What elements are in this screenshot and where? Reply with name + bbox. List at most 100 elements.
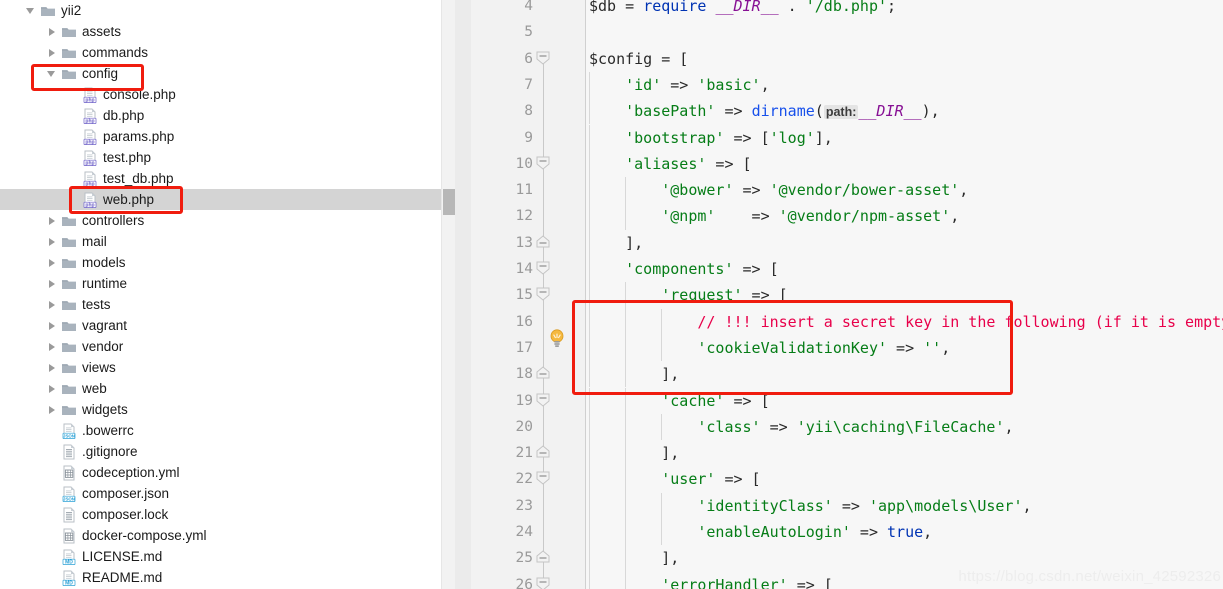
- tree-row[interactable]: models: [0, 252, 455, 273]
- code-line[interactable]: 14 'components' => [: [471, 256, 1223, 282]
- fold-end-icon[interactable]: [533, 234, 553, 254]
- chevron-right-icon[interactable]: [45, 403, 58, 416]
- chevron-right-icon[interactable]: [45, 46, 58, 59]
- code-text[interactable]: 'identityClass' => 'app\models\User',: [589, 493, 1031, 519]
- tree-row[interactable]: tests: [0, 294, 455, 315]
- tree-row[interactable]: assets: [0, 21, 455, 42]
- code-line[interactable]: 4 $db = require __DIR__ . '/db.php';: [471, 0, 1223, 19]
- code-text[interactable]: '@bower' => '@vendor/bower-asset',: [589, 177, 968, 203]
- fold-collapse-icon[interactable]: [533, 576, 553, 589]
- fold-collapse-icon[interactable]: [533, 260, 553, 280]
- tree-row[interactable]: JSON .bowerrc: [0, 420, 455, 441]
- code-line[interactable]: 18 ],: [471, 361, 1223, 387]
- chevron-right-icon[interactable]: [45, 340, 58, 353]
- code-text[interactable]: 'bootstrap' => ['log'],: [589, 125, 833, 151]
- fold-collapse-icon[interactable]: [533, 286, 553, 306]
- chevron-right-icon[interactable]: [45, 235, 58, 248]
- tree-row[interactable]: docker-compose.yml: [0, 525, 455, 546]
- tree-row[interactable]: views: [0, 357, 455, 378]
- code-line[interactable]: 12 '@npm' => '@vendor/npm-asset',: [471, 203, 1223, 229]
- tree-row[interactable]: composer.lock: [0, 504, 455, 525]
- tree-row[interactable]: mail: [0, 231, 455, 252]
- tree-row[interactable]: runtime: [0, 273, 455, 294]
- chevron-right-icon[interactable]: [45, 256, 58, 269]
- fold-collapse-icon[interactable]: [533, 392, 553, 412]
- code-text[interactable]: 'basePath' => dirname(path: __DIR__),: [589, 98, 940, 125]
- chevron-right-icon[interactable]: [45, 361, 58, 374]
- code-line[interactable]: 20 'class' => 'yii\caching\FileCache',: [471, 414, 1223, 440]
- project-tree-panel[interactable]: yii2 assets commands config php console.php ph…: [0, 0, 455, 589]
- tree-row[interactable]: controllers: [0, 210, 455, 231]
- code-text[interactable]: ],: [589, 545, 679, 571]
- code-line[interactable]: 6 $config = [: [471, 46, 1223, 72]
- code-line[interactable]: 17 'cookieValidationKey' => '',: [471, 335, 1223, 361]
- code-text[interactable]: ],: [589, 440, 679, 466]
- chevron-down-icon[interactable]: [24, 4, 37, 17]
- code-line[interactable]: 23 'identityClass' => 'app\models\User',: [471, 493, 1223, 519]
- code-text[interactable]: 'cookieValidationKey' => '',: [589, 335, 950, 361]
- code-text[interactable]: $db = require __DIR__ . '/db.php';: [589, 0, 896, 19]
- code-text[interactable]: 'request' => [: [589, 282, 787, 308]
- tree-scrollbar-thumb[interactable]: [443, 189, 455, 215]
- code-text[interactable]: 'cache' => [: [589, 388, 769, 414]
- chevron-right-icon[interactable]: [45, 214, 58, 227]
- code-text[interactable]: 'user' => [: [589, 466, 760, 492]
- chevron-right-icon[interactable]: [45, 319, 58, 332]
- code-line[interactable]: 5: [471, 19, 1223, 45]
- tree-row[interactable]: .gitignore: [0, 441, 455, 462]
- fold-end-icon[interactable]: [533, 365, 553, 385]
- fold-collapse-icon[interactable]: [533, 470, 553, 490]
- tree-row[interactable]: php params.php: [0, 126, 455, 147]
- tree-scrollbar[interactable]: [441, 0, 455, 589]
- fold-end-icon[interactable]: [533, 549, 553, 569]
- tree-row[interactable]: yii2: [0, 0, 455, 21]
- tree-row[interactable]: php test_db.php: [0, 168, 455, 189]
- code-text[interactable]: 'enableAutoLogin' => true,: [589, 519, 932, 545]
- code-text[interactable]: $config = [: [589, 46, 688, 72]
- code-line[interactable]: 15 'request' => [: [471, 282, 1223, 308]
- code-line[interactable]: 22 'user' => [: [471, 466, 1223, 492]
- tree-row[interactable]: php db.php: [0, 105, 455, 126]
- tree-row[interactable]: vagrant: [0, 315, 455, 336]
- code-line[interactable]: 8 'basePath' => dirname(path: __DIR__),: [471, 98, 1223, 124]
- tree-row[interactable]: web: [0, 378, 455, 399]
- tree-row-selected[interactable]: php web.php: [0, 189, 455, 210]
- code-text[interactable]: ],: [589, 361, 679, 387]
- tree-row[interactable]: codeception.yml: [0, 462, 455, 483]
- chevron-right-icon[interactable]: [45, 298, 58, 311]
- chevron-right-icon[interactable]: [45, 382, 58, 395]
- code-line[interactable]: 7 'id' => 'basic',: [471, 72, 1223, 98]
- tree-row[interactable]: MD LICENSE.md: [0, 546, 455, 567]
- code-line[interactable]: 9 'bootstrap' => ['log'],: [471, 125, 1223, 151]
- project-tree-list[interactable]: yii2 assets commands config php console.php ph…: [0, 0, 455, 588]
- tree-row[interactable]: php console.php: [0, 84, 455, 105]
- tree-row[interactable]: JSON composer.json: [0, 483, 455, 504]
- code-text[interactable]: '@npm' => '@vendor/npm-asset',: [589, 203, 959, 229]
- fold-end-icon[interactable]: [533, 444, 553, 464]
- tree-row[interactable]: config: [0, 63, 455, 84]
- code-editor[interactable]: 4 $db = require __DIR__ . '/db.php'; 5 6 $co…: [471, 0, 1223, 589]
- tree-row[interactable]: php test.php: [0, 147, 455, 168]
- lightbulb-icon[interactable]: [549, 329, 565, 347]
- code-line[interactable]: 24 'enableAutoLogin' => true,: [471, 519, 1223, 545]
- chevron-right-icon[interactable]: [45, 25, 58, 38]
- panel-divider[interactable]: [455, 0, 471, 589]
- tree-row[interactable]: commands: [0, 42, 455, 63]
- tree-row[interactable]: widgets: [0, 399, 455, 420]
- code-line[interactable]: 11 '@bower' => '@vendor/bower-asset',: [471, 177, 1223, 203]
- code-line[interactable]: 10 'aliases' => [: [471, 151, 1223, 177]
- code-line[interactable]: 16 // !!! insert a secret key in the fol…: [471, 309, 1223, 335]
- code-text[interactable]: 'components' => [: [589, 256, 779, 282]
- code-text[interactable]: ],: [589, 230, 643, 256]
- code-line[interactable]: 13 ],: [471, 230, 1223, 256]
- chevron-down-icon[interactable]: [45, 67, 58, 80]
- tree-row[interactable]: vendor: [0, 336, 455, 357]
- code-text[interactable]: 'id' => 'basic',: [589, 72, 770, 98]
- code-text[interactable]: // !!! insert a secret key in the follow…: [589, 309, 1223, 335]
- code-line[interactable]: 21 ],: [471, 440, 1223, 466]
- code-text[interactable]: 'aliases' => [: [589, 151, 751, 177]
- chevron-right-icon[interactable]: [45, 277, 58, 290]
- fold-collapse-icon[interactable]: [533, 155, 553, 175]
- code-line[interactable]: 19 'cache' => [: [471, 388, 1223, 414]
- tree-row[interactable]: MD README.md: [0, 567, 455, 588]
